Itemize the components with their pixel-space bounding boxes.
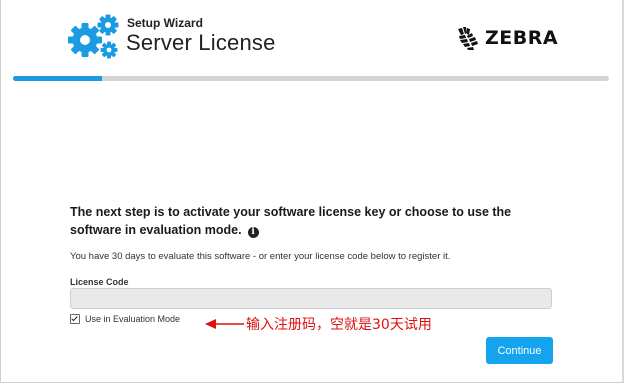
step-heading-text: The next step is to activate your softwa…: [70, 205, 512, 237]
step-description: You have 30 days to evaluate this softwa…: [70, 251, 451, 262]
brand-logo: ZEBRA: [455, 25, 558, 51]
wizard-progress-bar: [13, 76, 609, 81]
page-title: Server License: [126, 30, 276, 55]
evaluation-mode-option[interactable]: Use in Evaluation Mode: [70, 314, 180, 324]
info-icon[interactable]: i: [247, 227, 259, 238]
annotation-arrow-icon: [205, 319, 244, 329]
gears-icon: [68, 14, 119, 59]
annotation-text: 输入注册码，空就是30天试用: [246, 317, 432, 333]
step-heading: The next step is to activate your softwa…: [70, 203, 540, 239]
license-code-label: License Code: [70, 277, 129, 287]
brand-name: ZEBRA: [485, 27, 559, 49]
evaluation-mode-checkbox[interactable]: [70, 314, 80, 324]
continue-button[interactable]: Continue: [486, 337, 553, 364]
license-code-input[interactable]: [70, 288, 552, 309]
evaluation-mode-label: Use in Evaluation Mode: [85, 314, 181, 324]
zebra-head-icon: [458, 27, 478, 50]
wizard-progress-fill: [13, 76, 103, 81]
wizard-subtitle: Setup Wizard: [127, 16, 203, 30]
window-border-left: [0, 0, 1, 383]
